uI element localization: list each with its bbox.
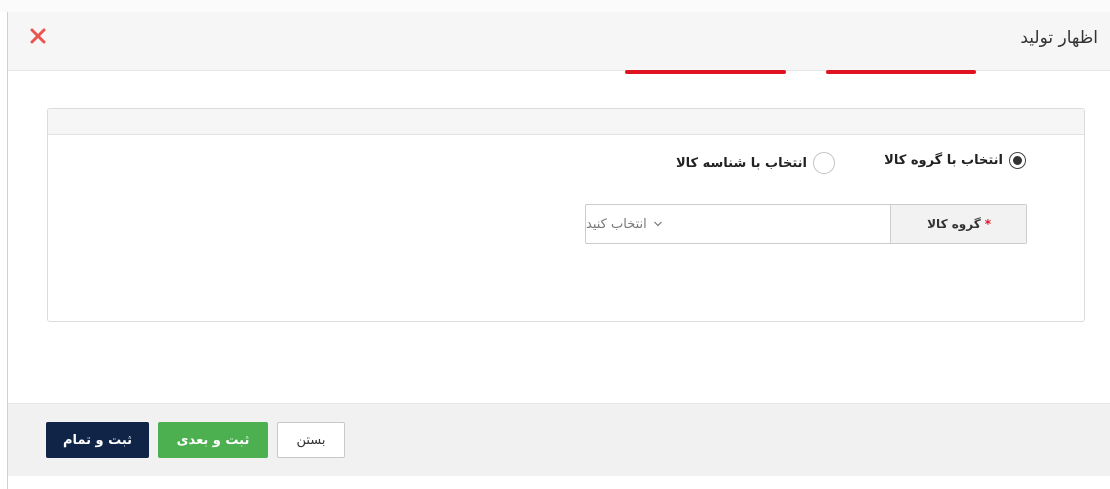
close-icon[interactable] (28, 26, 48, 46)
required-mark: * (984, 217, 991, 231)
annotation-underline-id (625, 70, 786, 74)
annotation-underline-group (826, 70, 976, 74)
group-field-label: * گروه کالا (890, 205, 1026, 243)
close-button[interactable]: بستن (277, 422, 345, 458)
group-field-label-text: گروه کالا (927, 217, 981, 231)
selection-panel: انتخاب با گروه کالا انتخاب با شناسه کالا… (47, 108, 1085, 322)
modal-header: اظهار تولید (8, 12, 1110, 71)
radio-button-checked[interactable] (1009, 152, 1026, 169)
save-and-finish-button[interactable]: ثبت و تمام (46, 422, 149, 458)
modal-title: اظهار تولید (1020, 28, 1098, 48)
page: اظهار تولید انتخاب با گروه کالا انتخاب ب… (0, 0, 1110, 489)
chevron-down-icon (653, 221, 662, 227)
background-strip (0, 0, 1110, 12)
radio-select-by-group[interactable]: انتخاب با گروه کالا (884, 152, 1026, 169)
group-select-placeholder: انتخاب کنید (586, 216, 647, 232)
radio-button-unchecked[interactable] (813, 152, 835, 174)
panel-header (48, 109, 1084, 135)
radio-select-by-id[interactable]: انتخاب با شناسه کالا (676, 152, 835, 174)
save-and-next-button[interactable]: ثبت و بعدی (158, 422, 268, 458)
modal-footer: ثبت و تمام ثبت و بعدی بستن (8, 403, 1110, 476)
group-select[interactable]: انتخاب کنید (586, 205, 890, 243)
radio-label-group: انتخاب با گروه کالا (884, 153, 1003, 168)
production-modal: اظهار تولید انتخاب با گروه کالا انتخاب ب… (8, 12, 1110, 489)
group-field: * گروه کالا انتخاب کنید (585, 204, 1027, 244)
radio-label-id: انتخاب با شناسه کالا (675, 155, 807, 171)
